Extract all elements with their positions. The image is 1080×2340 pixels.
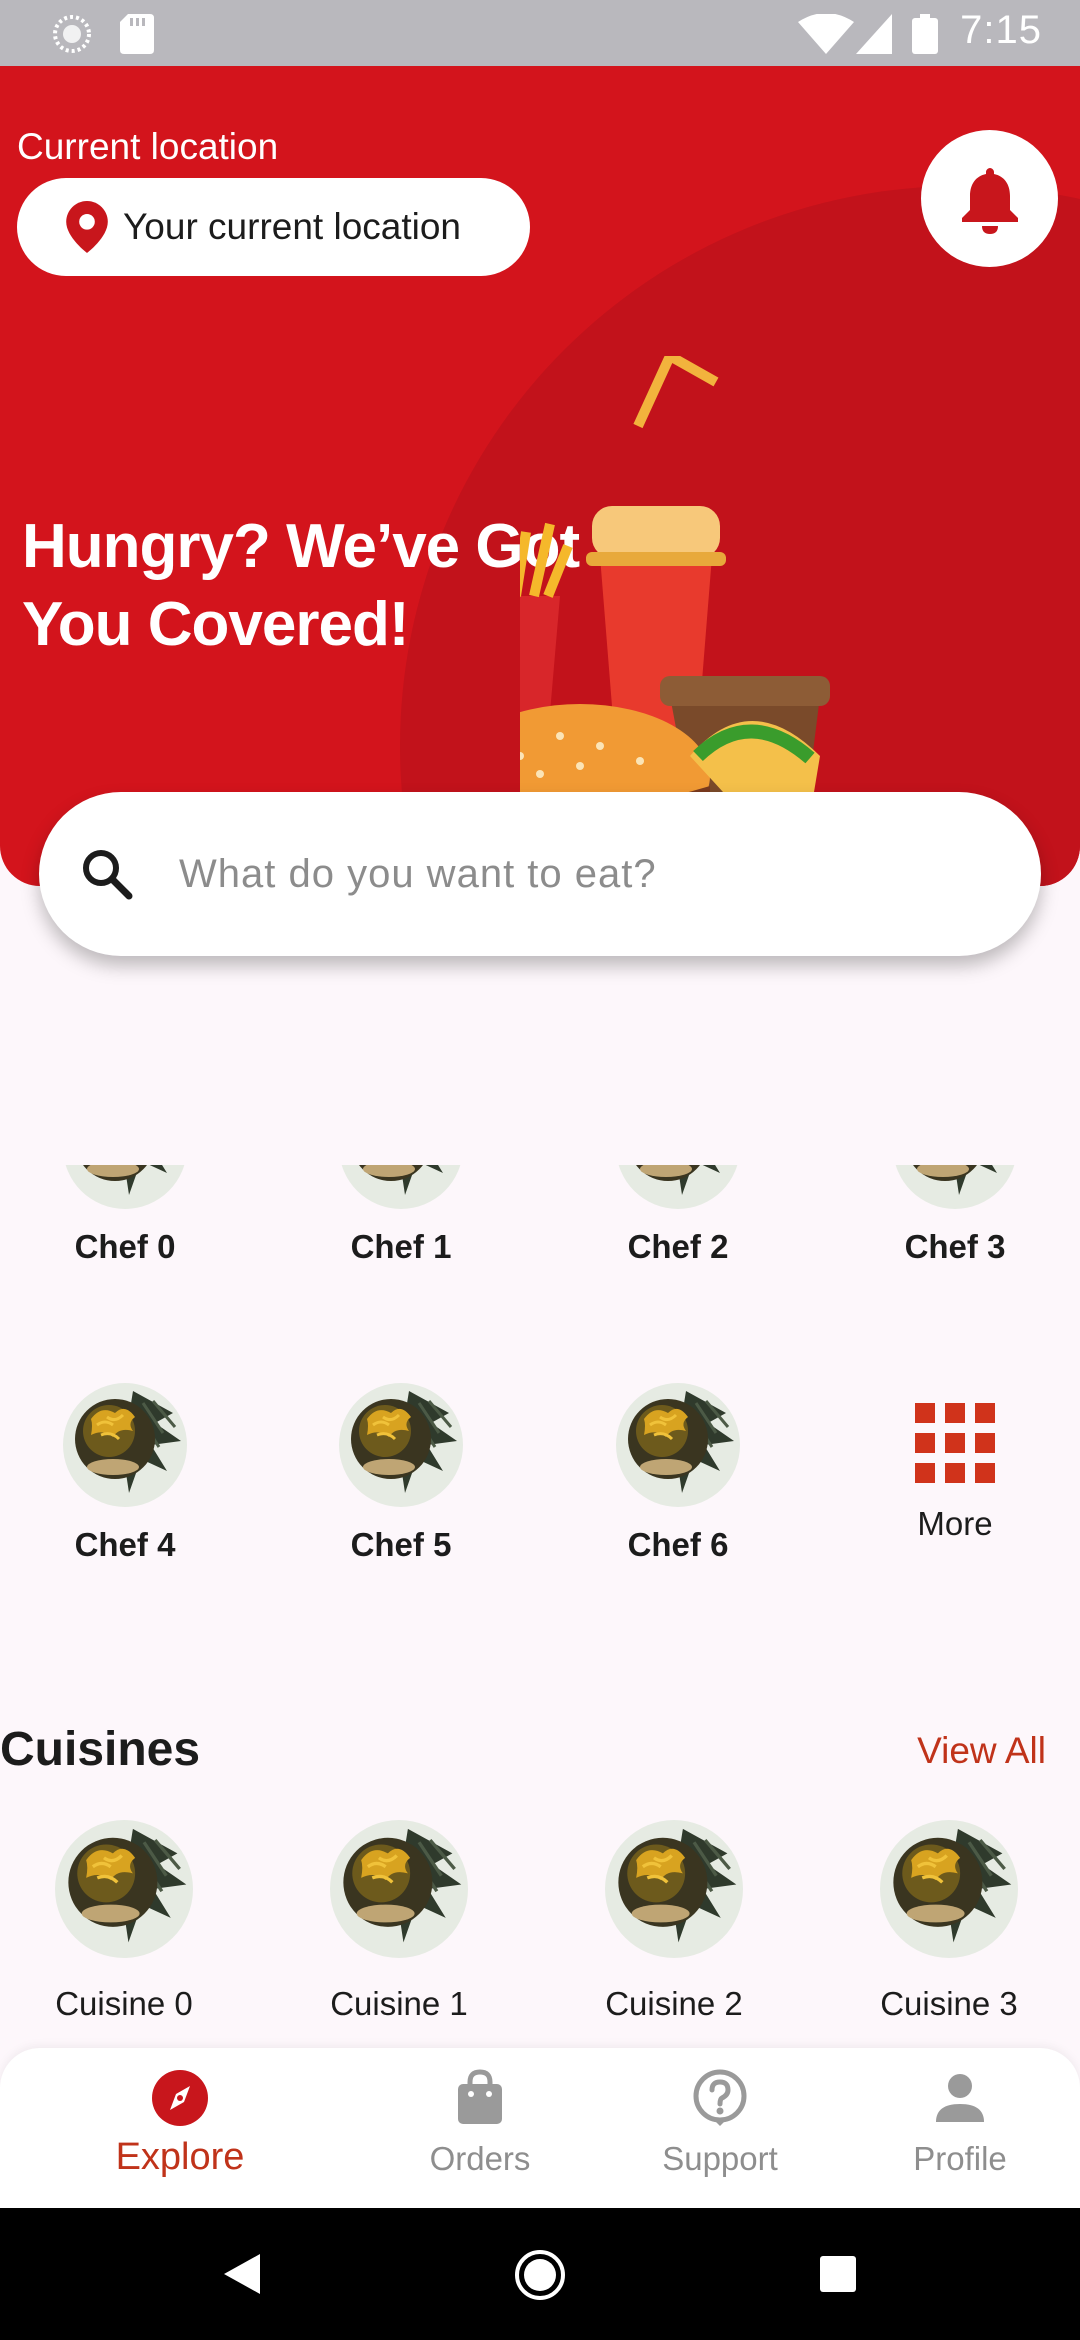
- chef-name: Chef 4: [74, 1526, 176, 1563]
- chef-name: Chef 2: [627, 1228, 729, 1265]
- cuisine-item[interactable]: Cuisine 3: [839, 1820, 1059, 2023]
- bottom-navigation: Explore Orders Support Profile: [0, 2048, 1080, 2208]
- search-icon: [83, 850, 133, 900]
- chef-image: [339, 1383, 463, 1507]
- hero-banner: Current location Your current location H…: [0, 66, 1080, 886]
- nav-orders-label: Orders: [429, 2140, 531, 2177]
- cuisine-item[interactable]: Cuisine 1: [289, 1820, 509, 2023]
- location-value: Your current location: [123, 206, 462, 247]
- chef-item[interactable]: Chef 1: [291, 1165, 511, 1266]
- location-selector[interactable]: Your current location: [17, 178, 530, 276]
- search-bar[interactable]: [39, 792, 1041, 956]
- nav-explore-label: Explore: [115, 2136, 245, 2178]
- nav-explore[interactable]: Explore: [80, 2068, 280, 2179]
- back-icon[interactable]: [222, 2252, 262, 2296]
- cuisine-item[interactable]: Cuisine 0: [14, 1820, 234, 2023]
- chef-item[interactable]: Chef 4: [15, 1383, 235, 1564]
- nav-support-label: Support: [662, 2140, 778, 2177]
- cell-signal-icon: [856, 14, 892, 54]
- nav-orders[interactable]: Orders: [380, 2068, 580, 2178]
- sync-icon: [53, 15, 91, 53]
- more-label: More: [917, 1505, 993, 1542]
- chef-image: [63, 1165, 187, 1209]
- chef-image: [339, 1165, 463, 1209]
- recents-icon[interactable]: [818, 2254, 858, 2294]
- grid-icon: [915, 1403, 995, 1483]
- location-label: Current location: [17, 126, 279, 167]
- chef-name: Chef 0: [74, 1228, 176, 1265]
- chef-name: Chef 5: [350, 1526, 452, 1563]
- help-circle-icon: [693, 2069, 747, 2126]
- status-bar: 7:15: [0, 0, 1080, 66]
- view-all-link[interactable]: View All: [917, 1730, 1046, 1772]
- chef-name: Chef 6: [627, 1526, 729, 1563]
- person-icon: [936, 2074, 984, 2122]
- chef-name: Chef 1: [350, 1228, 452, 1265]
- system-navigation-bar: [0, 2208, 1080, 2340]
- cuisine-name: Cuisine 2: [605, 1985, 743, 2022]
- sd-card-icon: [120, 14, 154, 54]
- battery-icon: [912, 14, 938, 54]
- chef-item[interactable]: Chef 0: [15, 1165, 235, 1266]
- cuisine-name: Cuisine 1: [330, 1985, 468, 2022]
- cuisine-image: [880, 1820, 1018, 1958]
- cuisine-image: [330, 1820, 468, 1958]
- more-chefs-button[interactable]: More: [845, 1403, 1065, 1543]
- chef-item[interactable]: Chef 5: [291, 1383, 511, 1564]
- hero-title-line2: You Covered!: [22, 590, 409, 659]
- bell-icon: [961, 167, 1018, 234]
- chef-image: [616, 1383, 740, 1507]
- cuisine-name: Cuisine 0: [55, 1985, 193, 2022]
- cuisines-title: Cuisines: [0, 1723, 201, 1776]
- chef-image: [63, 1383, 187, 1507]
- home-icon[interactable]: [513, 2248, 567, 2302]
- chef-item[interactable]: Chef 2: [568, 1165, 788, 1266]
- chef-item[interactable]: Chef 3: [845, 1165, 1065, 1266]
- notifications-button[interactable]: [921, 130, 1058, 267]
- cuisine-image: [55, 1820, 193, 1958]
- clock: 7:15: [960, 8, 1042, 52]
- cuisine-name: Cuisine 3: [880, 1985, 1018, 2022]
- nav-profile-label: Profile: [913, 2140, 1007, 2177]
- compass-icon: [152, 2070, 208, 2126]
- wifi-icon: [798, 14, 854, 54]
- chef-grid: Chef 0 Chef 1 Chef 2 Chef 3 Chef 4 Chef …: [0, 1165, 1080, 1585]
- chef-item[interactable]: Chef 6: [568, 1383, 788, 1564]
- search-input[interactable]: [179, 851, 979, 897]
- location-pin-icon: [65, 201, 109, 253]
- nav-support[interactable]: Support: [620, 2068, 820, 2178]
- cuisine-image: [605, 1820, 743, 1958]
- chef-image: [893, 1165, 1017, 1209]
- shopping-bag-icon: [458, 2069, 502, 2124]
- chef-image: [616, 1165, 740, 1209]
- chef-name: Chef 3: [904, 1228, 1006, 1265]
- cuisine-item[interactable]: Cuisine 2: [564, 1820, 784, 2023]
- nav-profile[interactable]: Profile: [860, 2068, 1060, 2178]
- hero-title: Hungry? We’ve Got You Covered!: [22, 508, 580, 664]
- hero-title-line1: Hungry? We’ve Got: [22, 512, 580, 581]
